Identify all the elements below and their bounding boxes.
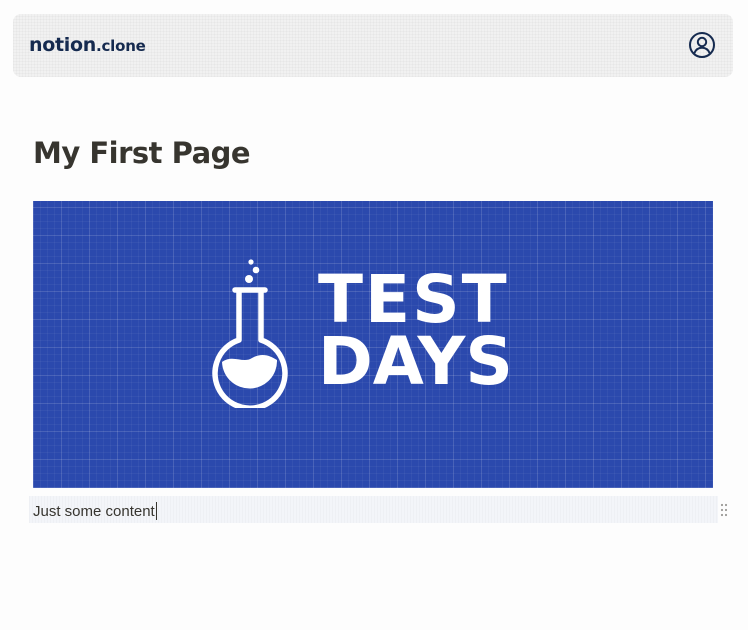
top-navbar: notion.clone — [13, 14, 733, 77]
app-page: notion.clone My First Page TEST DAYS Jus… — [0, 0, 748, 630]
text-block[interactable]: Just some content — [29, 496, 718, 523]
logo-suffix-text: .clone — [95, 37, 146, 55]
banner-line-2: DAYS — [318, 323, 513, 400]
text-block-value: Just some content — [33, 503, 155, 520]
page-title[interactable]: My First Page — [33, 136, 251, 170]
banner-title: TEST DAYS — [318, 261, 513, 400]
user-circle-icon — [689, 32, 715, 58]
drag-dots-icon — [720, 503, 728, 517]
app-logo[interactable]: notion.clone — [29, 34, 146, 56]
logo-main-text: notion — [29, 34, 96, 56]
cover-image: TEST DAYS — [33, 201, 713, 488]
flask-icon — [212, 259, 288, 408]
text-block-content[interactable]: Just some content — [33, 502, 157, 520]
text-cursor — [155, 502, 157, 520]
user-account-button[interactable] — [688, 31, 716, 59]
banner-line-1: TEST — [318, 261, 509, 338]
drag-handle-icon[interactable] — [720, 503, 728, 517]
